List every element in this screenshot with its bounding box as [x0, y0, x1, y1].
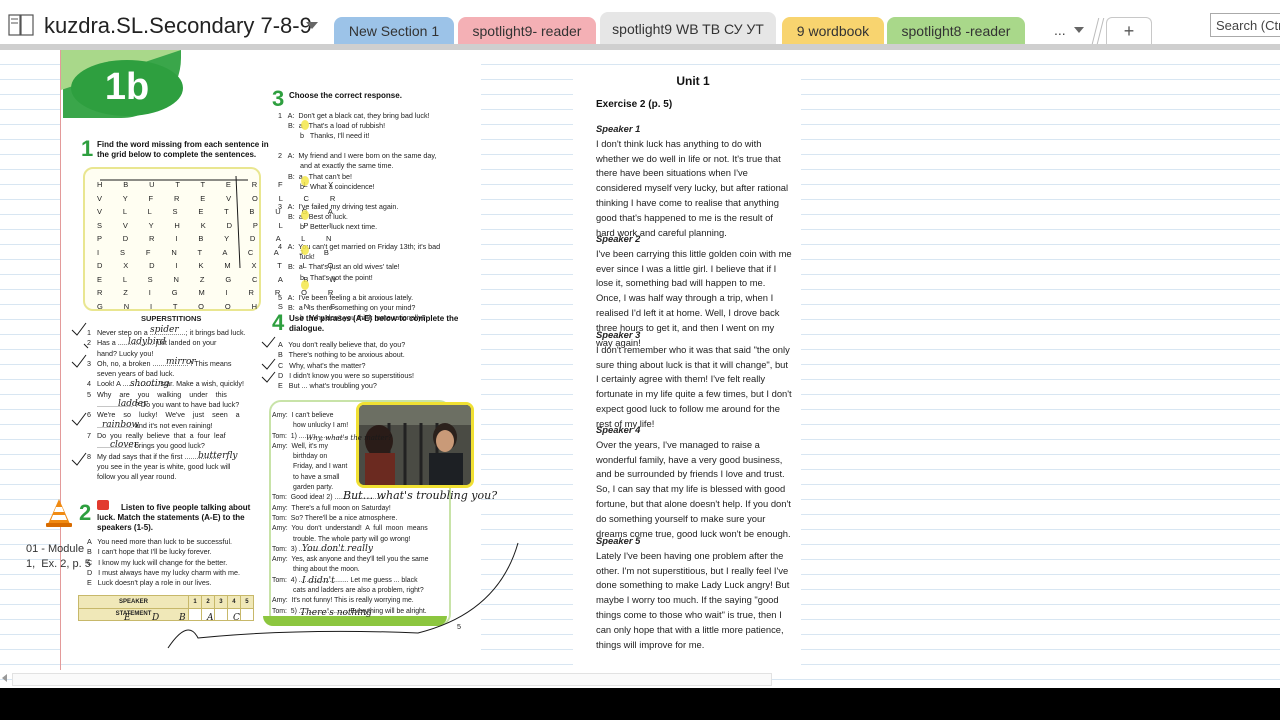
workbook-page-image[interactable]: 1b 1 Find the word missing from each sen…	[26, 50, 481, 650]
notebook-icon[interactable]	[8, 14, 34, 36]
scroll-left-icon[interactable]	[2, 674, 7, 682]
tab-label: spotlight9 WB TB СУ УТ	[612, 21, 764, 37]
answer-highlight	[301, 245, 309, 255]
chevron-down-icon	[1074, 27, 1084, 33]
table-header-cell: 1	[188, 595, 202, 609]
exercise-2-heading: Listen to five people talking about luck…	[97, 503, 251, 532]
tab-label: New Section 1	[348, 23, 440, 39]
notebook-header: kuzdra.SL.Secondary 7-8-9 New Section 1 …	[0, 0, 1280, 48]
table-cell	[226, 607, 241, 621]
notebook-page[interactable]: 1b 1 Find the word missing from each sen…	[0, 50, 1280, 688]
speaker-name: Speaker 2	[596, 233, 641, 244]
tab-label: spotlight9- reader	[472, 23, 582, 39]
answer-highlight	[301, 120, 309, 130]
tab-new-section-1[interactable]: New Section 1	[334, 17, 454, 44]
table-cell	[188, 607, 202, 621]
add-section-button[interactable]: +	[1106, 17, 1152, 45]
horizontal-scrollbar[interactable]	[0, 670, 780, 686]
dialogue-box-bar	[263, 616, 447, 626]
more-dots: ...	[1054, 22, 1066, 38]
scrollbar-track[interactable]	[12, 673, 772, 686]
transcript-panel[interactable]: Unit 1 Exercise 2 (p. 5) Speaker 1 I don…	[573, 68, 801, 668]
table-header-cell: 2	[201, 595, 215, 609]
speaker-text: Over the years, I've managed to raise a …	[596, 438, 791, 539]
page-number: 5	[457, 622, 461, 631]
speaker-name: Speaker 1	[596, 123, 641, 134]
tab-label: spotlight8 -reader	[901, 23, 1011, 39]
exercise-4-phrases: A You don't really believe that, do you?…	[278, 340, 415, 391]
exercise-1-sentences: 1 Never step on a ..................; it…	[87, 328, 246, 482]
speaker-block: Speaker 1 I don't think luck has anythin…	[596, 122, 792, 240]
speaker-statement-table: SPEAKER 1 2 3 4 5 STATEMENT	[77, 595, 255, 621]
chevron-down-icon[interactable]	[306, 22, 318, 29]
exercise-4-heading: Use the phrases (A-E) below to complete …	[289, 314, 459, 333]
taskbar	[0, 688, 1280, 720]
dialogue-photo	[356, 402, 474, 488]
superstitions-title: SUPERSTITIONS	[141, 314, 202, 323]
tab-spotlight9-wb[interactable]: spotlight9 WB TB СУ УТ	[600, 12, 776, 46]
speaker-name: Speaker 4	[596, 424, 641, 435]
word-search-grid: H B U T T E R F L Y V Y F R E V O L C R …	[83, 167, 336, 311]
exercise-4-number: 4	[272, 310, 285, 335]
speaker-text: Lately I've been having one problem afte…	[596, 549, 790, 650]
exercise-3-heading: Choose the correct response.	[289, 91, 402, 100]
speaker-text: I don't remember who it was that said "t…	[596, 343, 792, 429]
search-input[interactable]: Search (Ctrl	[1210, 13, 1280, 37]
table-header-cell: 4	[226, 595, 241, 609]
answer-highlight	[301, 176, 309, 186]
exercise-1-heading: Find the word missing from each sentence…	[97, 140, 269, 159]
speaker-block: Speaker 4 Over the years, I've managed t…	[596, 423, 792, 541]
table-cell	[213, 607, 228, 621]
speaker-block: Speaker 5 Lately I've been having one pr…	[596, 534, 792, 652]
table-header-cell: SPEAKER	[77, 595, 190, 609]
more-tabs-button[interactable]: ...	[1028, 17, 1092, 44]
speaker-text: I don't think luck has anything to do wi…	[596, 137, 789, 238]
tab-9-wordbook[interactable]: 9 wordbook	[782, 17, 884, 44]
tab-label: 9 wordbook	[796, 23, 870, 39]
table-header-cell: 3	[213, 595, 228, 609]
table-row-label: STATEMENT	[77, 607, 190, 621]
speaker-block: Speaker 3 I don't remember who it was th…	[596, 328, 792, 432]
exercise-title: Exercise 2 (p. 5)	[596, 99, 673, 110]
answer-highlight	[301, 210, 309, 220]
table-cell	[201, 607, 215, 621]
tab-spotlight8-reader[interactable]: spotlight8 -reader	[887, 17, 1025, 44]
answer-highlight	[301, 280, 309, 290]
photo-image	[359, 405, 471, 485]
table-cell	[239, 607, 255, 621]
unit-title: Unit 1	[676, 74, 710, 88]
exercise-3-number: 3	[272, 86, 285, 111]
speaker-name: Speaker 3	[596, 329, 641, 340]
exercise-1-number: 1	[81, 136, 94, 161]
speaker-name: Speaker 5	[596, 535, 641, 546]
notebook-title[interactable]: kuzdra.SL.Secondary 7-8-9	[44, 13, 312, 39]
exercise-2-statements: A You need more than luck to be successf…	[87, 537, 240, 588]
vlc-cone-icon[interactable]	[45, 498, 73, 528]
exercise-2-number: 2	[79, 500, 92, 525]
tab-spotlight9-reader[interactable]: spotlight9- reader	[458, 17, 596, 44]
audio-file-label[interactable]: 01 - Module 1, Ex. 2, p. 5	[26, 542, 91, 572]
table-header-cell: 5	[239, 595, 255, 609]
unit-badge: 1b	[71, 60, 183, 116]
